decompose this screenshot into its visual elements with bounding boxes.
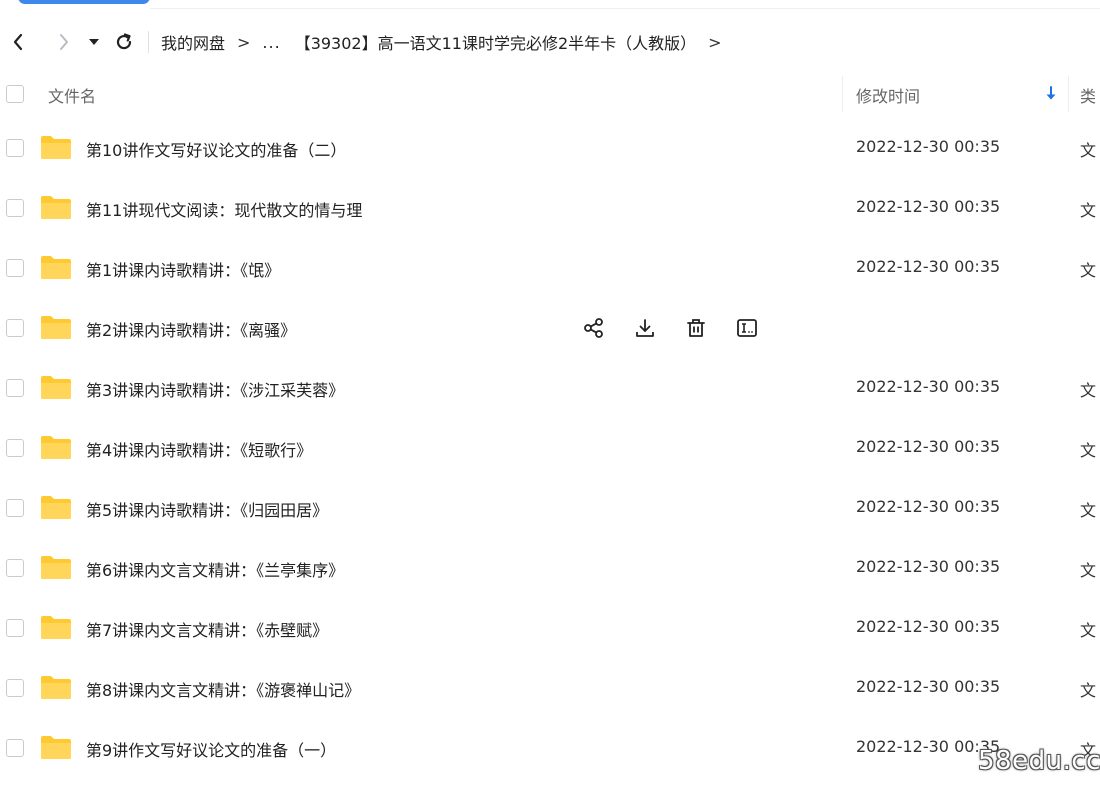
folder-icon [41, 376, 71, 399]
chevron-right-icon [60, 34, 68, 50]
row-hover-actions [580, 312, 784, 344]
file-list-header: 文件名 修改时间 类 [0, 76, 1100, 112]
row-checkbox[interactable] [6, 619, 24, 637]
rename-button[interactable] [733, 314, 761, 342]
file-modified-time: 2022-12-30 00:35 [856, 137, 1001, 156]
refresh-button[interactable] [108, 26, 140, 58]
file-row-hovered[interactable]: 第2讲课内诗歌精讲：《离骚》 [0, 298, 1100, 358]
file-row[interactable]: 第10讲作文写好议论文的准备（二） 2022-12-30 00:35 文 [0, 118, 1100, 178]
file-name[interactable]: 第8讲课内文言文精讲：《游褒禅山记》 [86, 677, 360, 701]
file-type: 文 [1080, 501, 1097, 520]
row-checkbox[interactable] [6, 559, 24, 577]
file-type: 文 [1080, 441, 1097, 460]
file-type: 文 [1080, 561, 1097, 580]
file-row[interactable]: 第8讲课内文言文精讲：《游褒禅山记》 2022-12-30 00:35 文 [0, 658, 1100, 718]
row-checkbox[interactable] [6, 739, 24, 757]
file-name[interactable]: 第2讲课内诗歌精讲：《离骚》 [86, 317, 296, 341]
folder-icon [41, 136, 71, 159]
top-strip [0, 0, 1100, 12]
file-modified-time: 2022-12-30 00:35 [856, 677, 1001, 696]
delete-button[interactable] [682, 314, 710, 342]
file-row[interactable]: 第9讲作文写好议论文的准备（一） 2022-12-30 00:35 文 [0, 718, 1100, 778]
folder-icon [41, 196, 71, 219]
watermark-text: 58edu.cc [978, 746, 1100, 776]
file-name[interactable]: 第10讲作文写好议论文的准备（二） [86, 137, 346, 161]
folder-icon [41, 736, 71, 759]
folder-icon [41, 556, 71, 579]
caret-down-icon [89, 39, 99, 45]
forward-button[interactable] [48, 26, 80, 58]
row-checkbox[interactable] [6, 199, 24, 217]
file-name[interactable]: 第5讲课内诗歌精讲：《归园田居》 [86, 497, 328, 521]
breadcrumb-separator[interactable]: > [708, 33, 721, 52]
row-checkbox[interactable] [6, 439, 24, 457]
top-divider [150, 8, 1100, 9]
share-icon [584, 318, 603, 338]
column-divider[interactable] [1068, 76, 1069, 112]
nav-separator [148, 31, 149, 53]
file-row[interactable]: 第5讲课内诗歌精讲：《归园田居》 2022-12-30 00:35 文 [0, 478, 1100, 538]
column-divider[interactable] [842, 76, 843, 112]
file-name[interactable]: 第1讲课内诗歌精讲：《氓》 [86, 257, 280, 281]
select-all-checkbox[interactable] [6, 85, 24, 103]
file-row[interactable]: 第7讲课内文言文精讲：《赤壁赋》 2022-12-30 00:35 文 [0, 598, 1100, 658]
file-modified-time: 2022-12-30 00:35 [856, 257, 1001, 276]
folder-icon [41, 316, 71, 339]
file-modified-time: 2022-12-30 00:35 [856, 197, 1001, 216]
row-checkbox[interactable] [6, 139, 24, 157]
breadcrumb-current[interactable]: 【39302】高一语文11课时学完必修2半年卡（人教版） [295, 30, 696, 54]
rename-icon [737, 319, 757, 337]
sort-descending-icon[interactable] [1043, 85, 1059, 103]
file-name[interactable]: 第6讲课内文言文精讲：《兰亭集序》 [86, 557, 344, 581]
file-type: 文 [1080, 681, 1097, 700]
folder-icon [41, 616, 71, 639]
breadcrumb-root[interactable]: 我的网盘 [161, 30, 225, 54]
breadcrumb-ellipsis[interactable]: ... [262, 33, 280, 52]
breadcrumb-separator: > [237, 32, 251, 52]
column-header-name[interactable]: 文件名 [48, 83, 96, 107]
refresh-icon [116, 33, 132, 50]
file-name[interactable]: 第9讲作文写好议论文的准备（一） [86, 737, 336, 761]
file-row[interactable]: 第11讲现代文阅读：现代散文的情与理 2022-12-30 00:35 文 [0, 178, 1100, 238]
file-name[interactable]: 第7讲课内文言文精讲：《赤壁赋》 [86, 617, 328, 641]
download-button[interactable] [631, 314, 659, 342]
file-modified-time: 2022-12-30 00:35 [856, 437, 1001, 456]
folder-icon [41, 676, 71, 699]
file-name[interactable]: 第11讲现代文阅读：现代散文的情与理 [86, 197, 362, 221]
row-checkbox[interactable] [6, 679, 24, 697]
folder-icon [41, 436, 71, 459]
share-button[interactable] [580, 314, 608, 342]
row-checkbox[interactable] [6, 379, 24, 397]
file-modified-time: 2022-12-30 00:35 [856, 377, 1001, 396]
file-type: 文 [1080, 141, 1097, 160]
file-type: 文 [1080, 261, 1097, 280]
file-row[interactable]: 第6讲课内文言文精讲：《兰亭集序》 2022-12-30 00:35 文 [0, 538, 1100, 598]
file-type: 文 [1080, 381, 1097, 400]
row-checkbox[interactable] [6, 259, 24, 277]
delete-icon [687, 319, 705, 337]
column-header-type[interactable]: 类 [1080, 83, 1096, 107]
folder-icon [41, 496, 71, 519]
column-header-modified-time[interactable]: 修改时间 [856, 83, 920, 107]
file-type: 文 [1080, 621, 1097, 640]
history-dropdown-button[interactable] [84, 26, 104, 58]
row-checkbox[interactable] [6, 319, 24, 337]
back-button[interactable] [2, 26, 34, 58]
file-row[interactable]: 第3讲课内诗歌精讲：《涉江采芙蓉》 2022-12-30 00:35 文 [0, 358, 1100, 418]
folder-icon [41, 256, 71, 279]
file-list: 第10讲作文写好议论文的准备（二） 2022-12-30 00:35 文 第11… [0, 118, 1100, 778]
file-modified-time: 2022-12-30 00:35 [856, 617, 1001, 636]
row-checkbox[interactable] [6, 499, 24, 517]
file-name[interactable]: 第3讲课内诗歌精讲：《涉江采芙蓉》 [86, 377, 344, 401]
file-row[interactable]: 第4讲课内诗歌精讲：《短歌行》 2022-12-30 00:35 文 [0, 418, 1100, 478]
file-modified-time: 2022-12-30 00:35 [856, 497, 1001, 516]
top-tab-pill[interactable] [18, 0, 150, 4]
file-modified-time: 2022-12-30 00:35 [856, 557, 1001, 576]
chevron-left-icon [13, 33, 23, 51]
file-type: 文 [1080, 201, 1097, 220]
file-row[interactable]: 第1讲课内诗歌精讲：《氓》 2022-12-30 00:35 文 [0, 238, 1100, 298]
file-name[interactable]: 第4讲课内诗歌精讲：《短歌行》 [86, 437, 312, 461]
navigation-bar: 我的网盘 > ... 【39302】高一语文11课时学完必修2半年卡（人教版） … [0, 26, 1100, 58]
download-icon [636, 319, 654, 337]
